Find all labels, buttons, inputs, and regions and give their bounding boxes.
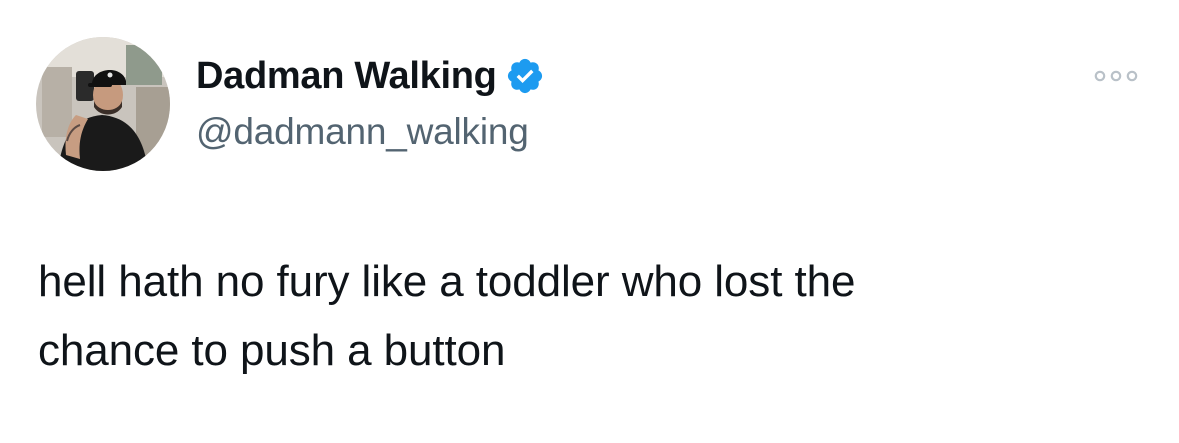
verified-badge-icon — [505, 56, 545, 96]
author-name-row[interactable]: Dadman Walking — [196, 53, 545, 99]
tweet-text-line: chance to push a button — [38, 326, 506, 375]
tweet-text: hell hath no fury like a toddler who los… — [38, 247, 1118, 385]
author-handle[interactable]: @dadmann_walking — [196, 109, 529, 155]
tweet-text-line: hell hath no fury like a toddler who los… — [38, 257, 856, 306]
more-options-button[interactable] — [1088, 60, 1144, 92]
author-avatar[interactable] — [36, 37, 170, 171]
profile-photo-icon — [36, 37, 170, 171]
author-display-name[interactable]: Dadman Walking — [196, 53, 497, 99]
more-options-icon — [1094, 70, 1138, 82]
tweet-card: Dadman Walking @dadmann_walking hell hat… — [0, 0, 1179, 443]
